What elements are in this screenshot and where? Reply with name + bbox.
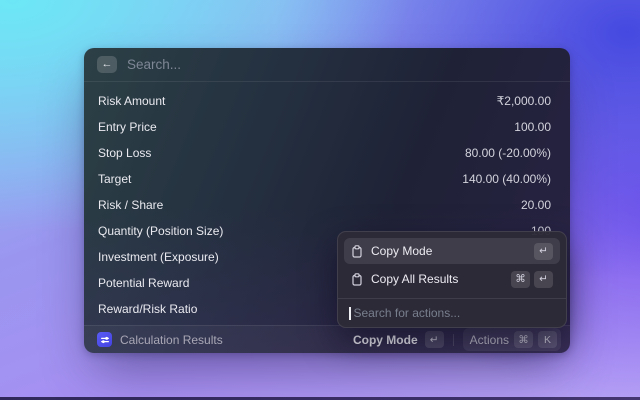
command-key-badge: ⌘ xyxy=(514,331,533,348)
result-label: Target xyxy=(98,172,131,186)
result-label: Risk / Share xyxy=(98,198,163,212)
primary-action-button[interactable]: Copy Mode xyxy=(353,333,418,347)
return-key-badge: ↵ xyxy=(425,331,444,348)
search-bar: ← Search... xyxy=(84,48,570,82)
search-input[interactable]: Search... xyxy=(127,57,181,72)
result-value: 20.00 xyxy=(521,198,551,212)
extension-icon xyxy=(97,332,112,347)
result-label: Investment (Exposure) xyxy=(98,250,219,264)
extension-title: Calculation Results xyxy=(120,333,223,347)
result-row-target[interactable]: Target 140.00 (40.00%) xyxy=(84,166,570,192)
action-item-label: Copy Mode xyxy=(371,244,432,258)
back-button[interactable]: ← xyxy=(97,56,117,73)
actions-search-input[interactable]: Search for actions... xyxy=(338,298,566,327)
result-row-risk-amount[interactable]: Risk Amount ₹2,000.00 xyxy=(84,88,570,114)
command-key-badge: ⌘ xyxy=(511,271,530,288)
result-value: ₹2,000.00 xyxy=(497,94,551,108)
result-label: Potential Reward xyxy=(98,276,189,290)
k-key-badge: K xyxy=(538,331,557,348)
return-key-badge: ↵ xyxy=(534,271,553,288)
result-row-entry-price[interactable]: Entry Price 100.00 xyxy=(84,114,570,140)
result-value: 100.00 xyxy=(514,120,551,134)
actions-search-placeholder: Search for actions... xyxy=(354,306,461,320)
back-arrow-icon: ← xyxy=(102,59,113,70)
result-label: Quantity (Position Size) xyxy=(98,224,223,238)
clipboard-icon xyxy=(351,273,363,286)
action-item-keys: ⌘ ↵ xyxy=(511,271,553,288)
action-item-keys: ↵ xyxy=(534,243,553,260)
result-row-stop-loss[interactable]: Stop Loss 80.00 (-20.00%) xyxy=(84,140,570,166)
result-row-risk-share[interactable]: Risk / Share 20.00 xyxy=(84,192,570,218)
clipboard-icon xyxy=(351,245,363,258)
result-label: Reward/Risk Ratio xyxy=(98,302,197,316)
sliders-icon xyxy=(100,335,110,345)
footer-actions: Copy Mode ↵ Actions ⌘ K xyxy=(353,328,561,351)
action-item-copy-all-results[interactable]: Copy All Results ⌘ ↵ xyxy=(344,266,560,292)
action-item-label: Copy All Results xyxy=(371,272,458,286)
result-label: Risk Amount xyxy=(98,94,165,108)
actions-popup: Copy Mode ↵ Copy All Results ⌘ ↵ Search … xyxy=(337,231,567,328)
return-key-badge: ↵ xyxy=(534,243,553,260)
result-label: Entry Price xyxy=(98,120,157,134)
result-value: 140.00 (40.00%) xyxy=(462,172,551,186)
status-bar: Calculation Results Copy Mode ↵ Actions … xyxy=(84,325,570,353)
action-item-copy-mode[interactable]: Copy Mode ↵ xyxy=(344,238,560,264)
actions-menu-button[interactable]: Actions ⌘ K xyxy=(463,328,561,351)
footer-divider xyxy=(453,334,454,346)
text-caret xyxy=(349,307,351,320)
actions-popup-list: Copy Mode ↵ Copy All Results ⌘ ↵ xyxy=(338,232,566,298)
result-value: 80.00 (-20.00%) xyxy=(465,146,551,160)
result-label: Stop Loss xyxy=(98,146,151,160)
actions-label: Actions xyxy=(470,333,509,347)
